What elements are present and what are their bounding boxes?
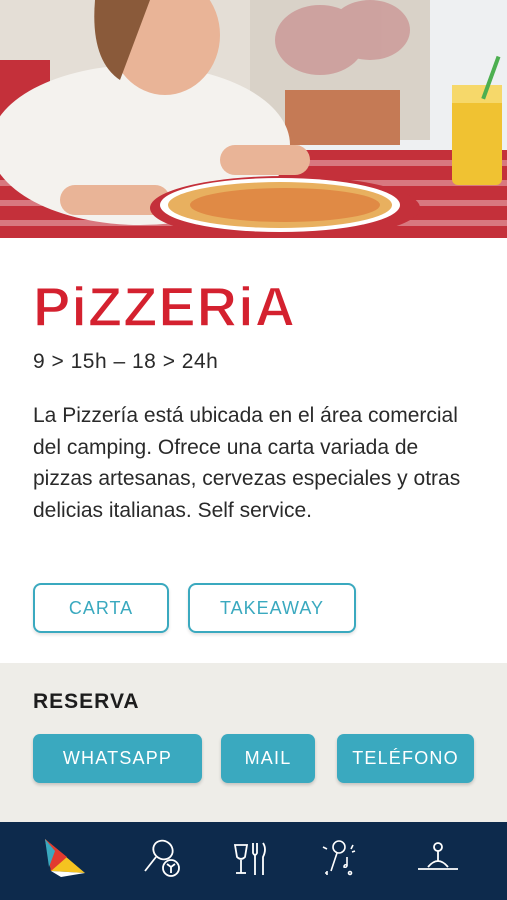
tab-relax[interactable] (413, 836, 463, 882)
tab-restaurant[interactable] (226, 836, 276, 882)
sports-icon (144, 839, 180, 877)
tab-entertainment[interactable] (314, 836, 364, 882)
opening-hours: 9 > 15h – 18 > 24h (33, 350, 219, 373)
tab-home[interactable] (40, 836, 90, 882)
hero-image (0, 0, 507, 238)
tab-bar (0, 822, 507, 900)
info-section: PiZZERiA 9 > 15h – 18 > 24h La Pizzería … (0, 238, 507, 663)
carta-button[interactable]: CARTA (33, 583, 169, 633)
tab-sports[interactable] (136, 836, 186, 882)
sail-logo-icon (45, 839, 85, 877)
reserva-title: RESERVA (33, 690, 140, 713)
entertainment-icon (322, 840, 356, 876)
restaurant-icon (233, 842, 266, 875)
whatsapp-button[interactable]: WHATSAPP (33, 734, 202, 783)
reserva-section: RESERVA WHATSAPP MAIL TELÉFONO (0, 663, 507, 822)
telefono-button[interactable]: TELÉFONO (337, 734, 474, 783)
takeaway-button[interactable]: TAKEAWAY (188, 583, 356, 633)
relax-icon (418, 842, 458, 870)
page-title: PiZZERiA (32, 274, 353, 339)
pizzeria-logo: PiZZERiA (32, 274, 296, 339)
pizzeria-title-text: PiZZERiA (33, 280, 296, 332)
mail-button[interactable]: MAIL (221, 734, 315, 783)
description: La Pizzería está ubicada en el área come… (33, 404, 461, 522)
